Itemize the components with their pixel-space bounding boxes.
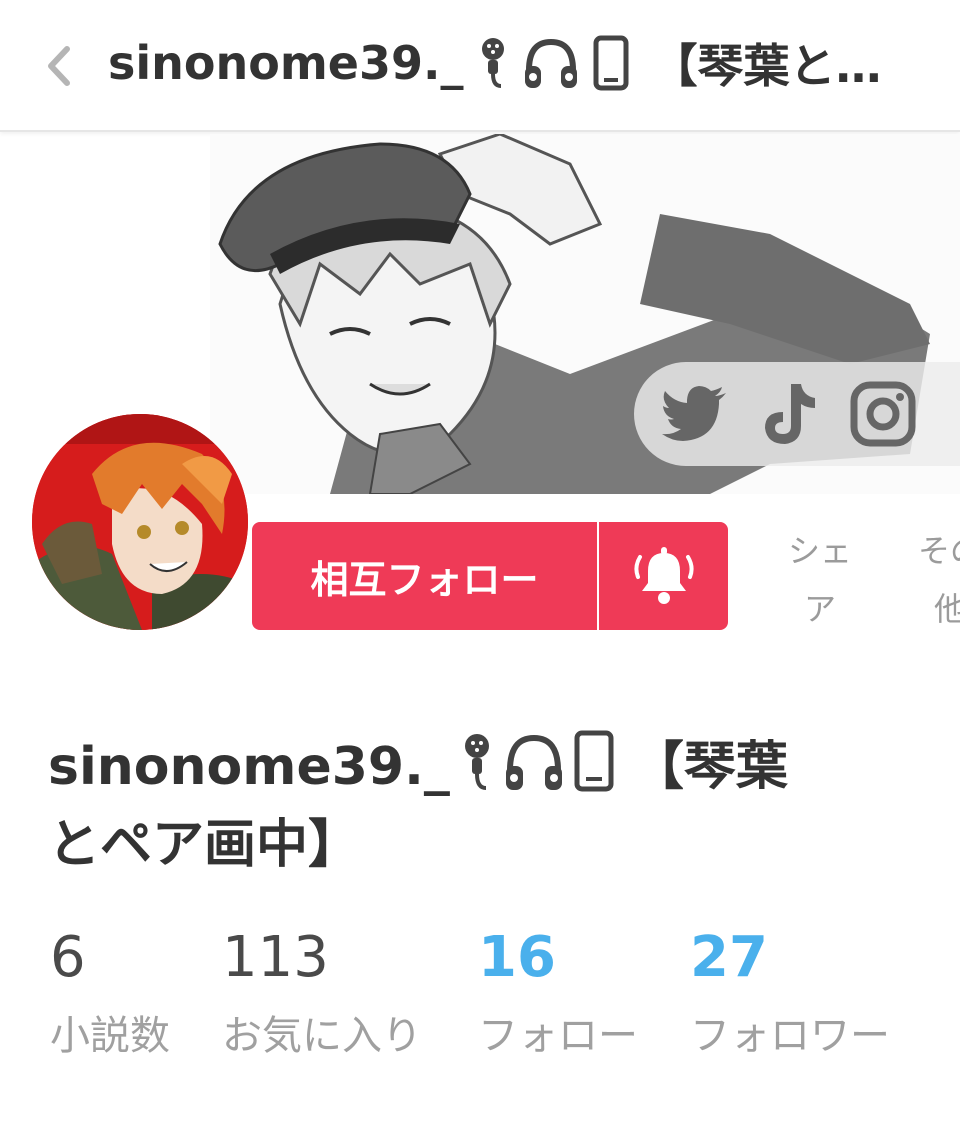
profile-name-line2: とペア画中】 <box>48 815 361 875</box>
profile-username: sinonome39._ <box>48 737 450 797</box>
stat-followers-value: 27 <box>690 925 768 990</box>
back-button[interactable] <box>30 38 86 94</box>
stat-following-value: 16 <box>478 925 556 990</box>
header-title-tail: 【琴葉と… <box>651 39 882 93</box>
stat-novels[interactable]: 6 小説数 <box>50 926 170 1066</box>
stat-followers-label: フォロワー <box>690 1013 890 1059</box>
stat-favorites[interactable]: 113 お気に入り <box>222 926 422 1066</box>
other-label-line2: 他 <box>933 590 960 628</box>
social-links-bar <box>634 362 960 466</box>
stat-favorites-label: お気に入り <box>222 1013 422 1059</box>
share-button[interactable]: シェ ア <box>780 522 860 638</box>
bell-ringing-icon <box>633 547 694 604</box>
share-label-line1: シェ <box>787 532 852 570</box>
microphone-icon <box>460 732 494 810</box>
header-username: sinonome39._ <box>108 36 464 90</box>
stat-following[interactable]: 16 フォロー <box>478 926 638 1066</box>
stat-favorites-value: 113 <box>222 925 329 990</box>
stat-followers[interactable]: 27 フォロワー <box>690 926 890 1066</box>
mutual-follow-button[interactable]: 相互フォロー <box>252 522 597 630</box>
chevron-left-icon <box>48 46 70 86</box>
other-label-line1: その <box>917 532 960 570</box>
instagram-icon[interactable] <box>848 379 918 449</box>
tiktok-icon[interactable] <box>754 379 824 449</box>
microphone-icon <box>477 36 509 90</box>
notification-bell-button[interactable] <box>599 522 728 630</box>
stat-novels-label: 小説数 <box>50 1013 170 1059</box>
stat-following-label: フォロー <box>478 1013 638 1059</box>
headphones-icon <box>523 36 579 90</box>
profile-name: sinonome39._ 【琴葉 とペア画中】 <box>48 730 928 880</box>
header-title: sinonome39._ 【琴葉と… <box>108 28 928 98</box>
headphones-icon <box>504 732 564 810</box>
mutual-follow-label: 相互フォロー <box>310 557 539 602</box>
smartphone-icon <box>593 35 629 91</box>
stat-novels-value: 6 <box>50 925 86 990</box>
twitter-icon[interactable] <box>660 379 730 449</box>
share-label-line2: ア <box>803 590 836 628</box>
profile-name-line1-tail: 【琴葉 <box>631 737 788 797</box>
avatar[interactable] <box>32 414 248 630</box>
smartphone-icon <box>574 730 614 810</box>
other-button[interactable]: その 他 <box>910 522 960 638</box>
app-header: sinonome39._ 【琴葉と… <box>0 0 960 132</box>
profile-name-line1: sinonome39._ 【琴葉 <box>48 730 928 810</box>
